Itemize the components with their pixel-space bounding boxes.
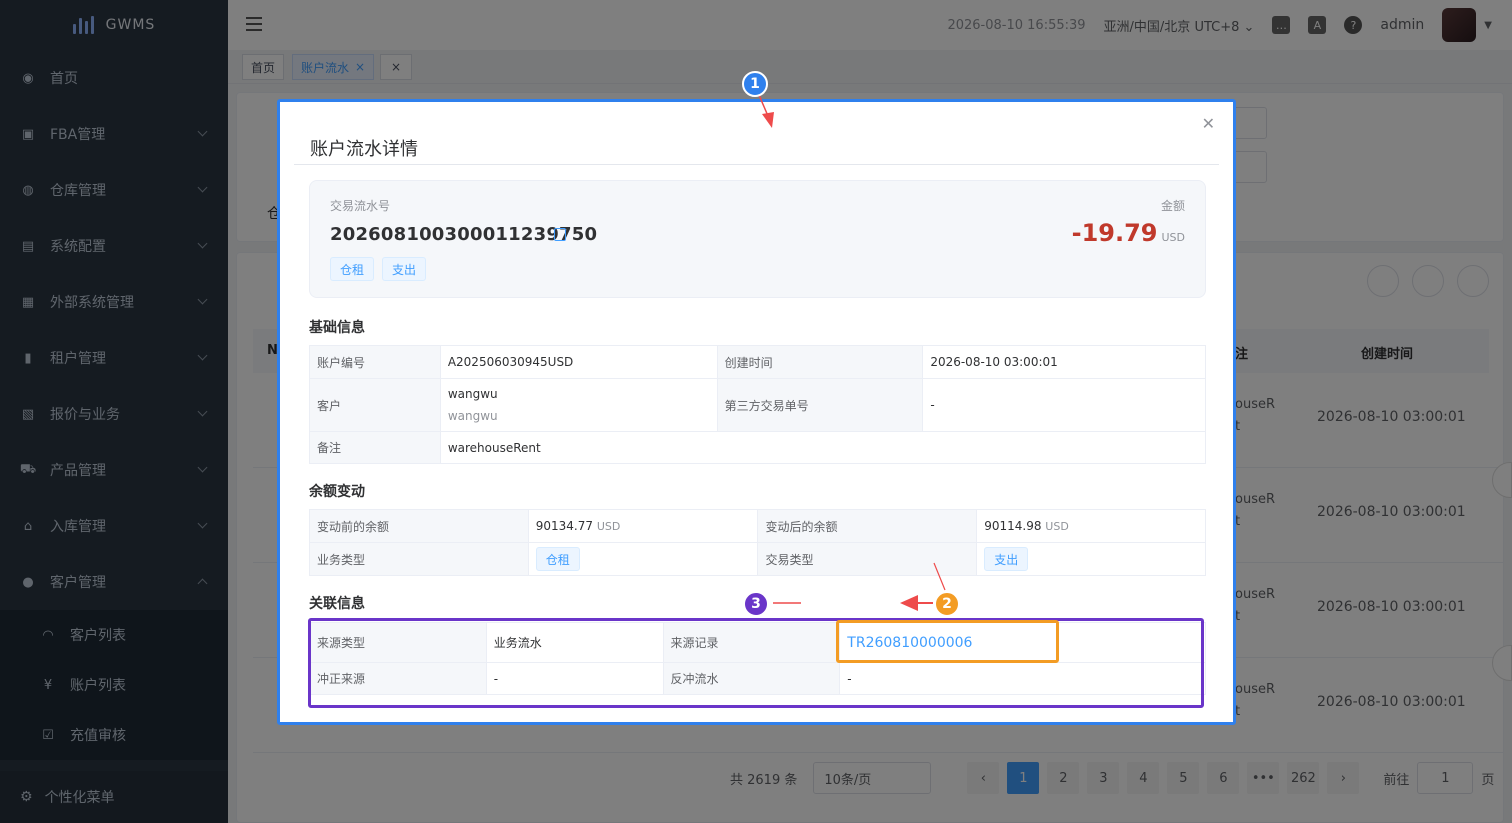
annotation-line	[933, 562, 946, 591]
annotation-arrows	[755, 87, 946, 611]
arrow-head-icon	[900, 595, 918, 611]
arrow-head-icon	[762, 112, 774, 128]
annotation-badge-2: 2	[934, 591, 960, 617]
annotation-badge-3: 3	[743, 591, 769, 617]
annotation-badge-1: 1	[742, 71, 768, 97]
